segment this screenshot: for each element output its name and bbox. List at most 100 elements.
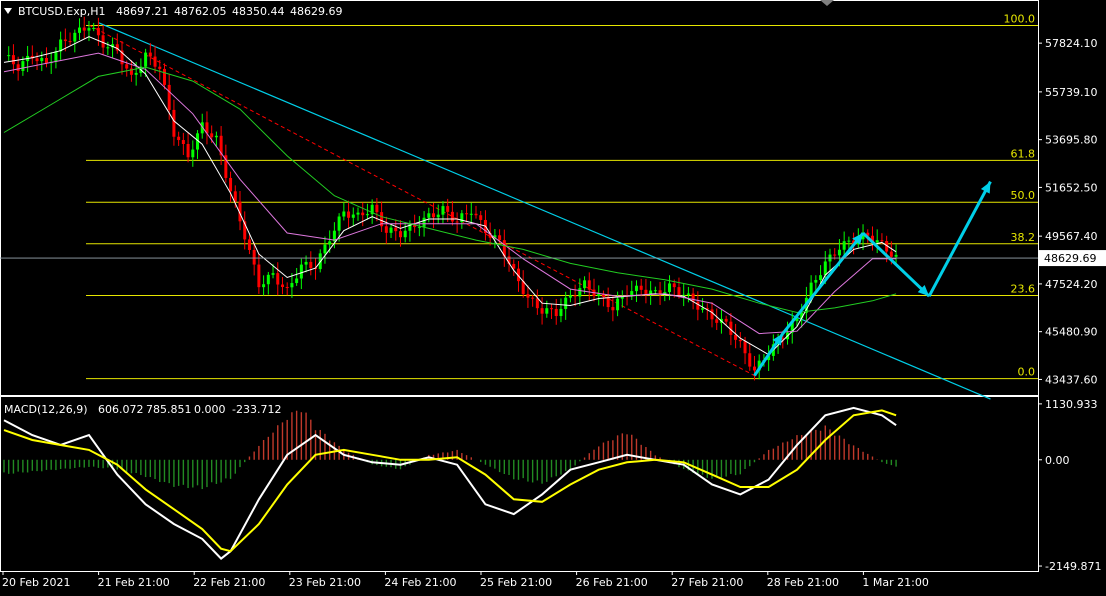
candle-body bbox=[677, 287, 681, 296]
time-axis-label: 27 Feb 21:00 bbox=[671, 576, 743, 589]
candle-body bbox=[280, 284, 284, 287]
candle-body bbox=[559, 308, 563, 317]
candle-body bbox=[11, 55, 15, 65]
candle-body bbox=[734, 334, 738, 340]
candle-body bbox=[87, 28, 91, 31]
candle-body bbox=[323, 244, 327, 254]
price-axis-label: 49567.40 bbox=[1045, 230, 1098, 243]
candle-body bbox=[564, 297, 568, 309]
candle-body bbox=[101, 35, 105, 48]
ohlc-high: 48762.05 bbox=[174, 5, 227, 18]
time-axis-label: 26 Feb 21:00 bbox=[576, 576, 648, 589]
candle-body bbox=[167, 84, 171, 110]
macd-title: MACD(12,26,9) bbox=[4, 403, 88, 416]
ohlc-open: 48697.21 bbox=[116, 5, 169, 18]
candle-body bbox=[158, 66, 162, 69]
candle-body bbox=[450, 211, 454, 222]
candle-body bbox=[587, 280, 591, 290]
candle-body bbox=[68, 41, 72, 43]
candle-body bbox=[54, 51, 58, 62]
macd-signal-value: 785.851 bbox=[146, 403, 192, 416]
candle-body bbox=[701, 308, 705, 310]
time-axis-label: 28 Feb 21:00 bbox=[767, 576, 839, 589]
candle-body bbox=[229, 177, 233, 192]
candle-body bbox=[106, 47, 110, 49]
candle-body bbox=[125, 64, 129, 69]
candle-body bbox=[715, 319, 719, 323]
candle-body bbox=[568, 295, 572, 298]
chart-area[interactable]: 100.0 61.8 50.0 38.2 23.6 0.0 57824.10 55739.1… bbox=[0, 0, 1106, 592]
candle-body bbox=[384, 226, 388, 233]
candle-body bbox=[290, 283, 294, 288]
macd-axis-label: 1130.933 bbox=[1045, 398, 1098, 411]
candle-body bbox=[833, 254, 837, 256]
candle-body bbox=[96, 27, 100, 36]
candle-body bbox=[823, 261, 827, 276]
candle-body bbox=[328, 241, 332, 245]
candle-body bbox=[455, 221, 459, 223]
fib-level-label: 100.0 bbox=[1004, 12, 1036, 25]
candle-body bbox=[398, 231, 402, 238]
macd-hist-value: -233.712 bbox=[232, 403, 281, 416]
candle-body bbox=[479, 215, 483, 220]
candle-body bbox=[880, 240, 884, 242]
candle-body bbox=[526, 294, 530, 298]
candle-body bbox=[573, 295, 577, 297]
candle-body bbox=[738, 339, 742, 342]
current-price-label: 48629.69 bbox=[1044, 252, 1097, 265]
candle-body bbox=[389, 227, 393, 233]
price-axis-label: 57824.10 bbox=[1045, 37, 1098, 50]
time-axis-label: 24 Feb 21:00 bbox=[384, 576, 456, 589]
candle-body bbox=[432, 213, 436, 218]
candle-body bbox=[465, 213, 469, 215]
candle-body bbox=[276, 273, 280, 285]
price-axis-label: 45480.90 bbox=[1045, 326, 1098, 339]
candle-body bbox=[361, 212, 365, 216]
candle-body bbox=[252, 249, 256, 265]
candle-body bbox=[365, 214, 369, 216]
time-axis-label: 25 Feb 21:00 bbox=[480, 576, 552, 589]
candle-body bbox=[172, 109, 176, 137]
candle-body bbox=[266, 274, 270, 285]
candle-body bbox=[177, 136, 181, 141]
candle-body bbox=[16, 64, 20, 71]
candle-body bbox=[545, 308, 549, 314]
candle-body bbox=[351, 214, 355, 218]
candle-body bbox=[148, 52, 152, 57]
symbol-header: BTCUSD.Exp,H1 bbox=[18, 5, 106, 18]
candle-body bbox=[606, 296, 610, 308]
candle-body bbox=[162, 68, 166, 85]
candle-body bbox=[686, 293, 690, 295]
candle-body bbox=[210, 133, 214, 138]
candle-body bbox=[337, 216, 341, 231]
candle-body bbox=[578, 288, 582, 297]
candle-body bbox=[35, 58, 39, 62]
chart-svg[interactable]: 100.0 61.8 50.0 38.2 23.6 0.0 57824.10 55739.1… bbox=[0, 0, 1106, 592]
candle-body bbox=[214, 135, 218, 138]
candle-body bbox=[819, 275, 823, 280]
candle-body bbox=[752, 366, 756, 371]
fib-level-label: 50.0 bbox=[1011, 189, 1036, 202]
candle-body bbox=[21, 61, 25, 71]
candle-body bbox=[531, 297, 535, 299]
candle-body bbox=[342, 211, 346, 217]
candle-body bbox=[446, 206, 450, 212]
candle-body bbox=[375, 204, 379, 213]
candle-body bbox=[498, 235, 502, 241]
candle-body bbox=[847, 240, 851, 242]
candle-body bbox=[285, 286, 289, 288]
candle-body bbox=[644, 289, 648, 295]
candle-body bbox=[653, 290, 657, 292]
candle-body bbox=[696, 301, 700, 310]
candle-body bbox=[535, 298, 539, 309]
candle-body bbox=[299, 264, 303, 279]
candle-body bbox=[92, 27, 96, 29]
candle-body bbox=[436, 214, 440, 218]
candle-body bbox=[347, 211, 351, 218]
candle-body bbox=[427, 213, 431, 218]
candle-body bbox=[875, 240, 879, 243]
candle-body bbox=[257, 264, 261, 288]
macd-axis-label: -2149.871 bbox=[1045, 560, 1101, 573]
candle-body bbox=[356, 212, 360, 215]
candle-body bbox=[842, 241, 846, 250]
